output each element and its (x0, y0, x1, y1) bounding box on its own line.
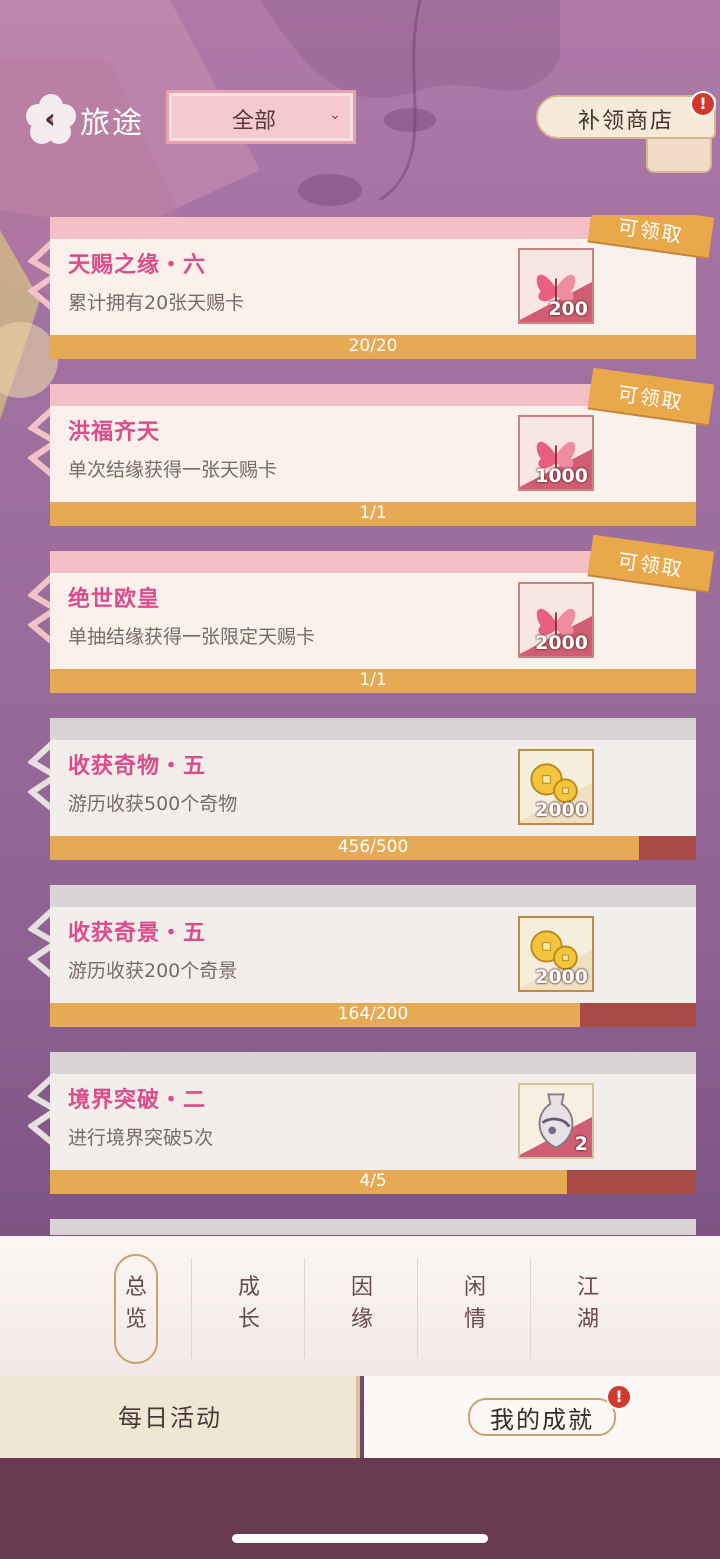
task-name: 天赐之缘・六 (68, 253, 207, 278)
task-card[interactable]: 天赐之缘・六 累计拥有20张天赐卡 200 20/20 可领取 (28, 215, 715, 359)
progress-bar: 456/500 (50, 836, 696, 860)
reward-quantity: 2000 (535, 632, 588, 654)
task-description: 游历收获500个奇物 (68, 793, 238, 815)
reward-quantity: 2 (574, 1133, 588, 1155)
category-tab[interactable]: 江 湖 (532, 1236, 644, 1376)
task-card[interactable] (50, 1217, 696, 1235)
reward-quantity: 200 (548, 298, 588, 320)
tab-label: 江 湖 (576, 1275, 599, 1332)
makeup-shop-button[interactable]: 补领商店 ! (536, 91, 716, 173)
reward-item[interactable]: 2000 (518, 582, 594, 658)
tab-divider (304, 1258, 305, 1358)
progress-bar: 4/5 (50, 1170, 696, 1194)
category-tab[interactable]: 因 缘 (306, 1236, 418, 1376)
reward-quantity: 2000 (535, 799, 588, 821)
tab-divider (417, 1258, 418, 1358)
tab-divider (530, 1258, 531, 1358)
my-achievements-label: 我的成就 (490, 1406, 594, 1434)
filter-value: 全部 (231, 109, 276, 134)
shop-tail-decoration (646, 135, 712, 173)
card-top-strip (50, 1052, 696, 1074)
task-description: 单次结缘获得一张天赐卡 (68, 459, 278, 481)
task-description: 单抽结缘获得一张限定天赐卡 (68, 626, 316, 648)
progress-text: 456/500 (337, 837, 409, 857)
notification-badge: ! (606, 1384, 632, 1410)
category-tabs: 总 览 成 长 因 缘 闲 情 江 湖 (0, 1236, 720, 1376)
shop-label: 补领商店 (577, 109, 674, 134)
progress-text: 1/1 (359, 503, 387, 523)
task-name: 收获奇景・五 (68, 921, 207, 946)
progress-text: 164/200 (337, 1004, 409, 1024)
chevron-down-icon: ⌄ (329, 107, 341, 123)
reward-item[interactable]: 2000 (518, 916, 594, 992)
card-top-strip (50, 718, 696, 740)
bottom-nav: 每日活动 我的成就 ! (0, 1376, 720, 1458)
task-name: 洪福齐天 (68, 420, 161, 445)
card-top-strip (50, 1219, 696, 1235)
filter-dropdown[interactable]: 全部 ⌄ (166, 90, 356, 144)
progress-text: 1/1 (359, 670, 387, 690)
daily-activity-tab[interactable]: 每日活动 (0, 1376, 360, 1458)
reward-item[interactable]: 2 (518, 1083, 594, 1159)
reward-quantity: 1000 (535, 465, 588, 487)
chevron-left-icon: ‹ (44, 102, 56, 135)
my-achievements-tab[interactable]: 我的成就 ! (364, 1376, 720, 1458)
progress-text: 20/20 (348, 336, 398, 356)
tab-label: 因 缘 (350, 1275, 373, 1332)
notification-badge: ! (690, 91, 716, 117)
progress-bar: 164/200 (50, 1003, 696, 1027)
task-description: 游历收获200个奇景 (68, 960, 238, 982)
task-name: 绝世欧皇 (68, 587, 161, 612)
page-title: 旅途 (80, 106, 144, 141)
category-tab[interactable]: 总 览 (80, 1236, 192, 1376)
task-card[interactable]: 绝世欧皇 单抽结缘获得一张限定天赐卡 2000 1/1 可领取 (28, 534, 715, 693)
task-name: 境界突破・二 (68, 1088, 207, 1113)
reward-item[interactable]: 2000 (518, 749, 594, 825)
tab-label: 成 长 (237, 1275, 260, 1332)
task-card[interactable]: 洪福齐天 单次结缘获得一张天赐卡 1000 1/1 可领取 (28, 367, 715, 526)
footer (0, 1458, 720, 1559)
tab-label: 闲 情 (463, 1275, 486, 1332)
back-button[interactable]: ‹ (24, 92, 78, 146)
task-card[interactable]: 境界突破・二 进行境界突破5次 2 4/5 (28, 1050, 696, 1194)
reward-item[interactable]: 200 (518, 248, 594, 324)
progress-bar: 1/1 (50, 502, 696, 526)
progress-bar: 20/20 (50, 335, 696, 359)
task-card[interactable]: 收获奇景・五 游历收获200个奇景 2000 164/200 (28, 883, 696, 1027)
task-description: 累计拥有20张天赐卡 (68, 292, 245, 314)
reward-quantity: 2000 (535, 966, 588, 988)
category-tab[interactable]: 成 长 (193, 1236, 305, 1376)
home-indicator[interactable] (232, 1534, 488, 1543)
card-top-strip (50, 885, 696, 907)
tab-label: 总 览 (124, 1275, 147, 1332)
tab-divider (191, 1258, 192, 1358)
achievement-list[interactable]: 天赐之缘・六 累计拥有20张天赐卡 200 20/20 可领取 洪福齐天 单次结… (0, 215, 720, 1235)
category-tab[interactable]: 闲 情 (419, 1236, 531, 1376)
progress-bar: 1/1 (50, 669, 696, 693)
task-description: 进行境界突破5次 (68, 1127, 214, 1149)
daily-activity-label: 每日活动 (118, 1404, 222, 1432)
progress-text: 4/5 (359, 1171, 387, 1191)
task-name: 收获奇物・五 (68, 754, 207, 779)
task-card[interactable]: 收获奇物・五 游历收获500个奇物 2000 456/500 (28, 716, 696, 860)
header: ‹ 旅途 全部 ⌄ 补领商店 ! (0, 80, 720, 173)
reward-item[interactable]: 1000 (518, 415, 594, 491)
